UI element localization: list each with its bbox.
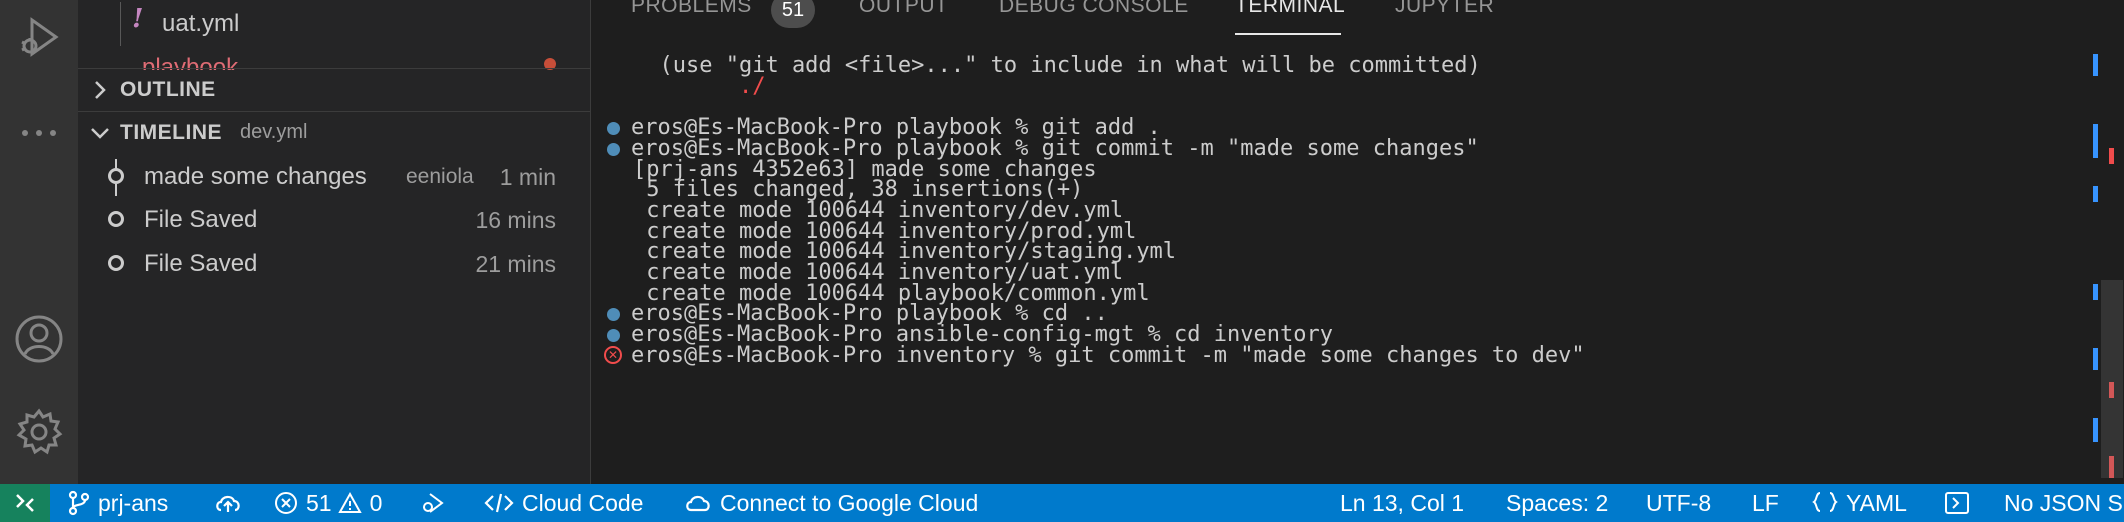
- outline-title: OUTLINE: [120, 77, 216, 101]
- overview-ruler-mark: [2093, 54, 2098, 76]
- timeline-item-time: 21 mins: [475, 251, 556, 277]
- prompt-success-dot: [607, 329, 620, 343]
- remote-indicator-button[interactable]: [0, 484, 50, 522]
- timeline-item[interactable]: File Saved 21 mins: [78, 242, 590, 284]
- timeline-item-label: File Saved: [144, 206, 258, 233]
- outline-section-header[interactable]: OUTLINE: [78, 68, 590, 110]
- google-cloud-button[interactable]: Connect to Google Cloud: [684, 484, 978, 522]
- eol-label: LF: [1752, 489, 1779, 516]
- sync-button[interactable]: [214, 484, 250, 522]
- remote-icon: [16, 494, 34, 512]
- overview-ruler-mark: [2093, 284, 2098, 300]
- overview-ruler-mark: [2093, 186, 2098, 202]
- code-icon: [484, 493, 514, 513]
- eol-button[interactable]: LF: [1752, 484, 1779, 522]
- timeline-item-label: File Saved: [144, 250, 258, 277]
- schema-button[interactable]: No JSON S: [1944, 484, 2123, 522]
- timeline-item[interactable]: made some changes eeniola 1 min: [78, 155, 590, 197]
- warning-count: 0: [369, 489, 383, 516]
- run-debug-icon[interactable]: [0, 14, 78, 60]
- overview-ruler-mark: [2093, 124, 2098, 158]
- prompt-success-dot: [607, 308, 620, 322]
- language-label: YAML: [1846, 489, 1907, 516]
- git-branch-icon: [68, 490, 90, 516]
- cursor-position-button[interactable]: Ln 13, Col 1: [1340, 484, 1464, 522]
- timeline-item-time: 1 min: [499, 164, 556, 190]
- activity-bar: [0, 0, 78, 484]
- cloud-icon: [686, 495, 710, 512]
- cloud-code-label: Cloud Code: [522, 489, 644, 516]
- file-saved-icon: [108, 211, 124, 227]
- language-mode-button[interactable]: YAML: [1812, 484, 1907, 522]
- encoding-button[interactable]: UTF-8: [1646, 484, 1711, 522]
- git-commit-icon: [108, 168, 124, 184]
- file-item-uat[interactable]: ! uat.yml: [78, 2, 590, 46]
- timeline-item-label: made some changes: [144, 163, 367, 190]
- prompt-success-dot: [607, 122, 620, 136]
- debug-button[interactable]: [420, 484, 454, 522]
- active-tab-indicator: [1235, 33, 1341, 35]
- indent-guide: [120, 2, 121, 46]
- status-bar: prj-ans 51 0 Cloud Code Connect to Googl…: [0, 484, 2124, 522]
- timeline-item[interactable]: File Saved 16 mins: [78, 198, 590, 240]
- sidebar: ! uat.yml playbook OUTLINE TIMELINE dev.…: [78, 0, 590, 484]
- chevron-right-icon: [80, 79, 120, 101]
- indentation-button[interactable]: Spaces: 2: [1506, 484, 1608, 522]
- terminal-prompt-icon: [1945, 492, 1969, 514]
- more-icon[interactable]: [0, 128, 78, 138]
- yaml-exclamation-icon: !: [132, 4, 144, 34]
- cursor-position: Ln 13, Col 1: [1340, 489, 1465, 516]
- prompt-error-icon: ✕: [604, 345, 622, 364]
- terminal-line-text: eros@Es-MacBook-Pro inventory % git comm…: [631, 342, 1585, 368]
- timeline-section-header[interactable]: TIMELINE dev.yml: [78, 111, 590, 153]
- tab-jupyter[interactable]: JUPYTER: [1395, 0, 1494, 18]
- overview-ruler-mark: [2109, 148, 2114, 164]
- problems-button[interactable]: 51 0: [274, 484, 382, 522]
- schema-label: No JSON S: [2004, 489, 2123, 516]
- file-item-label: uat.yml: [162, 10, 240, 37]
- timeline-file: dev.yml: [240, 121, 308, 143]
- error-icon: [275, 492, 297, 514]
- branch-name: prj-ans: [98, 489, 169, 516]
- settings-gear-icon[interactable]: [0, 408, 78, 456]
- encoding-label: UTF-8: [1646, 489, 1712, 516]
- cloud-upload-icon: [216, 495, 240, 512]
- panel-tabs: PROBLEMS 51 OUTPUT DEBUG CONSOLE TERMINA…: [591, 0, 2124, 35]
- tab-problems[interactable]: PROBLEMS: [631, 0, 752, 18]
- timeline-item-author: eeniola: [406, 165, 474, 188]
- tab-output[interactable]: OUTPUT: [859, 0, 948, 18]
- account-icon[interactable]: [0, 314, 78, 364]
- file-saved-icon: [108, 255, 124, 271]
- terminal-line-text: ./: [633, 73, 766, 99]
- indentation-label: Spaces: 2: [1506, 489, 1609, 516]
- problems-count-badge: 51: [771, 0, 815, 28]
- scrollbar-thumb[interactable]: [2101, 280, 2123, 478]
- overview-ruler-mark: [2093, 418, 2098, 442]
- tab-debug-console[interactable]: DEBUG CONSOLE: [999, 0, 1189, 18]
- timeline-connector: [115, 184, 117, 196]
- braces-icon: [1812, 492, 1838, 512]
- warning-icon: [337, 491, 362, 513]
- overview-ruler-mark: [2093, 348, 2098, 370]
- chevron-down-icon: [80, 126, 120, 140]
- timeline-title: TIMELINE: [120, 120, 222, 144]
- google-cloud-label: Connect to Google Cloud: [720, 489, 979, 516]
- cloud-code-button[interactable]: Cloud Code: [484, 484, 643, 522]
- error-count: 51: [306, 489, 332, 516]
- branch-button[interactable]: prj-ans: [68, 484, 168, 522]
- prompt-success-dot: [607, 142, 620, 156]
- debug-icon: [423, 493, 444, 513]
- timeline-item-time: 16 mins: [475, 207, 556, 233]
- tab-terminal[interactable]: TERMINAL: [1235, 0, 1345, 18]
- panel: PROBLEMS 51 OUTPUT DEBUG CONSOLE TERMINA…: [590, 0, 2124, 484]
